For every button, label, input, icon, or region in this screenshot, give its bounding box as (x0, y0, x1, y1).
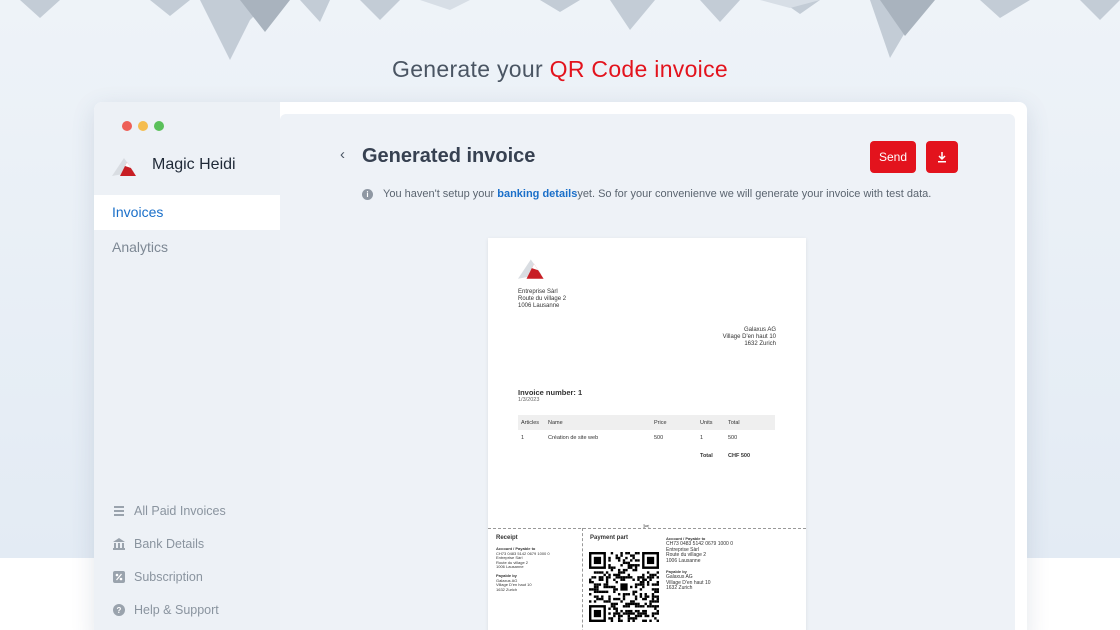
sender-line: 1006 Lausanne (518, 303, 560, 309)
payment-part-title: Payment part (590, 535, 629, 541)
receipt-line: 1632 Zurich (496, 586, 518, 592)
close-window-button[interactable] (122, 121, 132, 131)
app-name: Magic Heidi (152, 156, 236, 173)
info-notice: i You haven't setup your banking details… (362, 188, 931, 200)
column-header: Articles (521, 419, 540, 426)
sidebar-item-bank-details[interactable]: Bank Details (112, 527, 226, 560)
help-icon: ? (112, 603, 126, 617)
app-window: Magic Heidi Invoices Analytics All Paid … (94, 102, 1027, 630)
mountain-logo-icon (112, 158, 136, 176)
invoice-sender: Entreprise Sàrl Route du village 2 1006 … (518, 289, 566, 310)
payment-info: Account / Payable to CH73 0483 5142 0679… (666, 536, 733, 592)
info-text-before: You haven't setup your (383, 188, 495, 200)
bank-icon (112, 537, 126, 551)
sidebar-item-all-paid-invoices[interactable]: All Paid Invoices (112, 494, 226, 527)
banking-details-link[interactable]: banking details (497, 188, 577, 200)
receipt-details: Account / Payable to CH73 0483 5142 0679… (496, 546, 550, 592)
invoice-logo-icon (518, 259, 544, 279)
receipt-separator (582, 528, 583, 630)
sender-line: Route du village 2 (518, 296, 567, 302)
receiver-line: 1632 Zurich (744, 341, 776, 347)
download-icon (938, 152, 946, 163)
info-icon: i (362, 188, 373, 200)
sidebar-item-analytics[interactable]: Analytics (94, 230, 280, 265)
sidebar-item-label: Help & Support (134, 602, 219, 617)
invoice-receiver: Galaxus AG Village D'en haut 10 1632 Zur… (723, 327, 776, 348)
back-chevron-icon[interactable]: ‹ (340, 146, 345, 163)
sidebar-item-label: All Paid Invoices (134, 503, 226, 518)
headline: Generate your QR Code invoice (0, 56, 1120, 83)
svg-text:?: ? (117, 606, 122, 615)
headline-prefix: Generate your (392, 56, 550, 82)
invoice-number: Invoice number: 1 (518, 388, 583, 397)
page-title: Generated invoice (362, 145, 536, 167)
table-cell: Création de site web (548, 434, 599, 441)
sidebar: Magic Heidi Invoices Analytics All Paid … (94, 102, 280, 630)
sidebar-item-label: Bank Details (134, 536, 205, 551)
column-header: Price (654, 419, 667, 426)
sender-line: Entreprise Sàrl (518, 289, 558, 295)
table-cell: 1 (521, 434, 525, 441)
column-header: Total (728, 419, 740, 426)
window-controls (122, 121, 164, 131)
payment-line: 1632 Zurich (666, 585, 693, 592)
headline-accent: QR Code invoice (549, 56, 728, 82)
sidebar-item-label: Subscription (134, 569, 203, 584)
total-label: Total (700, 452, 713, 459)
scissors-icon: ✂ (643, 522, 650, 531)
table-cell: 500 (728, 434, 738, 441)
qr-code (589, 552, 659, 622)
percent-badge-icon (112, 570, 126, 584)
sidebar-nav: Invoices Analytics (94, 195, 280, 265)
invoice-preview: Entreprise Sàrl Route du village 2 1006 … (488, 238, 806, 630)
invoice-date: 1/3/2023 (518, 397, 540, 403)
total-value: CHF 500 (728, 452, 751, 459)
list-icon (112, 504, 126, 518)
column-header: Name (548, 419, 563, 426)
receipt-title: Receipt (496, 535, 518, 541)
table-header-row: Articles Name Price Units Total (518, 415, 775, 430)
sidebar-item-invoices[interactable]: Invoices (94, 195, 280, 230)
invoice-table: Articles Name Price Units Total 1 Créati… (518, 415, 775, 463)
total-row: Total CHF 500 (518, 448, 775, 463)
main-panel: ‹ Generated invoice Send i You haven't s… (280, 114, 1015, 630)
maximize-window-button[interactable] (154, 121, 164, 131)
send-button[interactable]: Send (870, 141, 916, 173)
table-row: 1 Création de site web 500 1 500 (518, 430, 775, 445)
app-logo: Magic Heidi (112, 154, 236, 176)
sidebar-item-subscription[interactable]: Subscription (112, 560, 226, 593)
receiver-line: Galaxus AG (743, 327, 776, 333)
table-cell: 1 (700, 434, 704, 441)
info-text-after: yet. So for your convenienve we will gen… (577, 188, 932, 200)
column-header: Units (700, 419, 713, 426)
minimize-window-button[interactable] (138, 121, 148, 131)
sidebar-footer: All Paid Invoices Bank Details Subscript… (112, 494, 226, 626)
download-button[interactable] (926, 141, 958, 173)
receiver-line: Village D'en haut 10 (722, 334, 776, 340)
sidebar-item-help-support[interactable]: ? Help & Support (112, 593, 226, 626)
table-cell: 500 (654, 434, 664, 441)
